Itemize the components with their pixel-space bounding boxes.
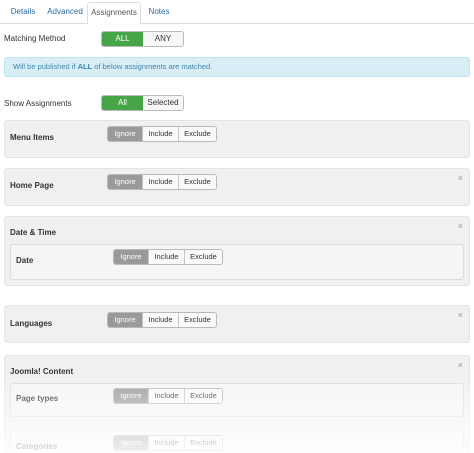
include-option[interactable]: Include [142, 313, 178, 327]
ignore-option[interactable]: Ignore [108, 127, 142, 141]
ignore-option[interactable]: Ignore [108, 313, 142, 327]
panel-title: Date & Time [10, 228, 57, 237]
include-option[interactable]: Include [142, 127, 178, 141]
subpanel-title: Page types [16, 394, 59, 403]
panel-title: Home Page [10, 181, 54, 190]
tab-notes[interactable]: Notes [143, 2, 175, 24]
panel-title: Languages [10, 319, 53, 328]
close-icon[interactable]: × [458, 221, 463, 231]
matching-method-label: Matching Method [4, 34, 66, 43]
include-option[interactable]: Include [142, 175, 178, 189]
page-types-assignment-selector: Ignore Include Exclude [113, 388, 223, 404]
categories-assignment-selector: Ignore Include Exclude [113, 435, 223, 451]
show-selected-button[interactable]: Selected [143, 96, 183, 110]
panel-menu-items: Menu Items Ignore Include Exclude [4, 120, 470, 158]
exclude-option[interactable]: Exclude [184, 389, 222, 403]
matching-all-button[interactable]: ALL [102, 32, 143, 46]
page-types-subpanel: Page types Ignore Include Exclude [10, 383, 464, 417]
exclude-option[interactable]: Exclude [178, 313, 216, 327]
tab-advanced[interactable]: Advanced [44, 2, 86, 24]
subpanel-title: Date [16, 256, 34, 265]
home-page-assignment-selector: Ignore Include Exclude [107, 174, 217, 190]
menu-items-assignment-selector: Ignore Include Exclude [107, 126, 217, 142]
ignore-option[interactable]: Ignore [114, 436, 148, 450]
exclude-option[interactable]: Exclude [184, 250, 222, 264]
include-option[interactable]: Include [148, 250, 184, 264]
languages-assignment-selector: Ignore Include Exclude [107, 312, 217, 328]
close-icon[interactable]: × [458, 173, 463, 183]
subpanel-title: Categories [16, 442, 58, 451]
ignore-option[interactable]: Ignore [108, 175, 142, 189]
panel-languages: Languages Ignore Include Exclude × [4, 305, 470, 343]
panel-joomla-content: Joomla! Content × Page types Ignore Incl… [4, 355, 470, 453]
date-assignment-selector: Ignore Include Exclude [113, 249, 223, 265]
exclude-option[interactable]: Exclude [178, 175, 216, 189]
show-assignments-toggle: All Selected [101, 95, 184, 111]
panel-title: Menu Items [10, 133, 55, 142]
tab-assignments[interactable]: Assignments [87, 2, 141, 25]
date-subpanel: Date Ignore Include Exclude [10, 244, 464, 280]
matching-method-toggle: ALL ANY [101, 31, 184, 47]
include-option[interactable]: Include [148, 389, 184, 403]
tab-details[interactable]: Details [4, 2, 42, 24]
matching-any-button[interactable]: ANY [143, 32, 183, 46]
notice-bold: ALL [77, 62, 93, 71]
panel-title: Joomla! Content [10, 367, 74, 376]
notice-prefix: Will be published if [13, 62, 78, 71]
show-all-button[interactable]: All [102, 96, 143, 110]
notice-suffix: of below assignments are matched. [92, 62, 213, 71]
close-icon[interactable]: × [458, 310, 463, 320]
show-assignments-label: Show Assignments [4, 99, 72, 108]
exclude-option[interactable]: Exclude [178, 127, 216, 141]
ignore-option[interactable]: Ignore [114, 389, 148, 403]
include-option[interactable]: Include [148, 436, 184, 450]
close-icon[interactable]: × [458, 360, 463, 370]
panel-date-time: Date & Time × Date Ignore Include Exclud… [4, 216, 470, 286]
panel-home-page: Home Page Ignore Include Exclude × [4, 168, 470, 206]
ignore-option[interactable]: Ignore [114, 250, 148, 264]
categories-subpanel: Categories Ignore Include Exclude [10, 430, 464, 453]
tab-bar: Details Advanced Assignments Notes [0, 0, 474, 25]
publish-notice: Will be published if ALL of below assign… [4, 57, 470, 77]
exclude-option[interactable]: Exclude [184, 436, 222, 450]
